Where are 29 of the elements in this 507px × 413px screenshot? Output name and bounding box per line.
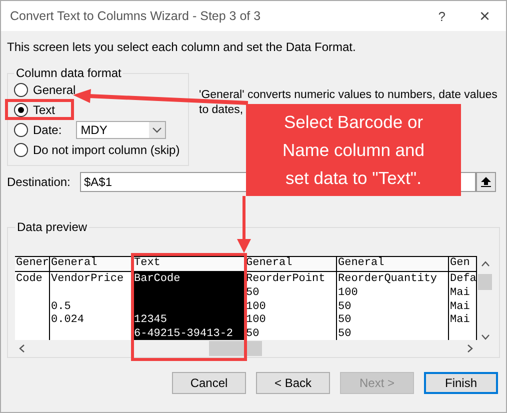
table-cell: Defa	[450, 273, 476, 285]
table-cell: 0.024	[51, 314, 84, 326]
table-cell: 50	[246, 286, 260, 299]
callout-tooltip: Select Barcode or Name column and set data to "Text".	[246, 104, 461, 196]
table-cell: 0.5	[51, 300, 71, 313]
table-cell: ReorderPoint	[246, 273, 326, 285]
table-cell: 50	[338, 300, 352, 313]
table-cell: Mai	[450, 300, 470, 313]
description-text: to dates,	[199, 103, 244, 118]
table-cell: VendorPrice	[51, 273, 124, 285]
destination-label: Destination:	[7, 175, 72, 189]
table-cell: 100	[246, 300, 266, 313]
description-text: 'General' converts numeric values to numbers, date values	[199, 88, 498, 103]
table-cell: ReorderQuantity	[338, 273, 438, 285]
table-cell: 100	[246, 314, 266, 326]
intro-text: This screen lets you select each column and set the Data Format.	[7, 40, 357, 54]
table-cell: 12345	[134, 314, 168, 326]
window-title: Convert Text to Columns Wizard - Step 3 of 3	[10, 9, 262, 23]
group-label: Column data format	[15, 66, 122, 80]
table-cell: Mai	[450, 286, 470, 299]
table-cell: BarCode	[134, 273, 180, 285]
table-cell: 50	[338, 328, 352, 340]
table-cell: 100	[338, 286, 358, 299]
table-cell: Code	[16, 273, 42, 285]
table-cell: 6-49215-39413-2	[134, 328, 234, 340]
table-cell: 50	[338, 314, 352, 326]
group-label: Data preview	[16, 220, 88, 234]
table-cell: 50	[246, 328, 260, 340]
table-cell: Mai	[450, 314, 470, 326]
